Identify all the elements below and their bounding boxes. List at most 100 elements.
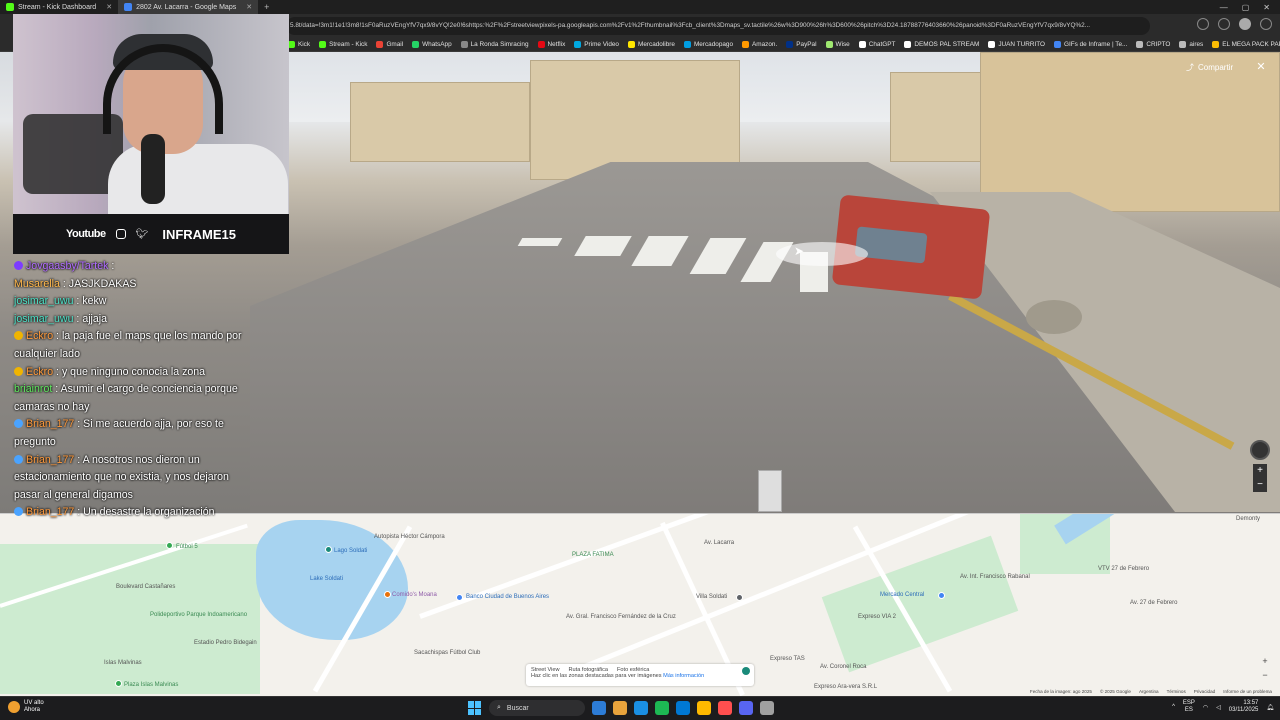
bookmark-item[interactable]: DEMOS PAL STREAM (904, 41, 979, 48)
bookmark-item[interactable]: EL MEGA PACK PAP... (1212, 41, 1280, 48)
map-pin-icon[interactable] (115, 680, 122, 687)
map-label[interactable]: Av. Gral. Francisco Fernández de la Cruz (566, 614, 676, 620)
bookmark-item[interactable]: PayPal (786, 41, 817, 48)
bookmark-item[interactable]: Gmail (376, 41, 403, 48)
map-zoom-in-button[interactable]: + (1260, 654, 1270, 668)
weather-widget[interactable]: UV alto Ahora (8, 700, 44, 714)
bookmark-item[interactable]: Stream - Kick (319, 41, 367, 48)
clock[interactable]: 13:57 03/11/2025 (1229, 700, 1259, 714)
volume-icon[interactable]: ◁ (1216, 704, 1221, 711)
menu-icon[interactable] (1260, 18, 1272, 30)
report-link[interactable]: Informe de un problema (1223, 689, 1272, 694)
bookmark-item[interactable]: Prime Video (574, 41, 619, 48)
bookmark-item[interactable]: ChatGPT (858, 41, 895, 48)
bookmark-item[interactable]: WhatsApp (412, 41, 452, 48)
language-bottom: ES (1184, 707, 1193, 713)
bookmark-star-icon[interactable] (1218, 18, 1230, 30)
map-label[interactable]: Comido's Moana (392, 592, 437, 598)
map-label[interactable]: Av. Lacarra (704, 540, 734, 546)
taskbar-app-icon[interactable] (613, 701, 627, 715)
map-label[interactable]: Banco Ciudad de Buenos Aires (466, 594, 549, 600)
bookmark-item[interactable]: Amazon. (742, 41, 777, 48)
zoom-out-button[interactable]: − (1253, 478, 1267, 492)
close-window-icon[interactable]: ✕ (1263, 3, 1270, 12)
address-bar[interactable]: 5.8t/data=!3m1!1e1!3m8!1sF0aRuzVEngYfV7q… (286, 17, 1150, 35)
close-tab-icon[interactable]: ✕ (106, 3, 112, 11)
bookmark-item[interactable]: JUAN TURRITO (988, 41, 1045, 48)
street-view-cursor[interactable] (776, 242, 868, 266)
country[interactable]: Argentina (1139, 689, 1159, 694)
share-button[interactable]: ⤴ Compartir (1186, 62, 1233, 73)
windows-start-icon[interactable] (468, 701, 482, 715)
map-panel[interactable]: Lago Soldati Lake Soldati Fútbol 5 Boule… (0, 513, 1280, 696)
map-pin-icon[interactable] (166, 542, 173, 549)
bookmark-item[interactable]: aires (1179, 41, 1203, 48)
taskbar-app-icon[interactable] (592, 701, 606, 715)
zoom-in-button[interactable]: + (1253, 464, 1267, 478)
map-label[interactable]: Sacachispas Fútbol Club (414, 650, 480, 656)
compass-icon[interactable] (1250, 440, 1270, 460)
extensions-icon[interactable] (1197, 18, 1209, 30)
maximize-icon[interactable]: ▢ (1242, 3, 1250, 12)
map-label[interactable]: Av. 27 de Febrero (1130, 600, 1177, 606)
map-label[interactable]: Demonty (1236, 516, 1260, 522)
map-label[interactable]: Av. Int. Francisco Rabanal (960, 574, 1030, 580)
taskbar-search[interactable]: ⌕ Buscar (489, 700, 585, 716)
bookmark-item[interactable]: Mercadopago (683, 41, 733, 48)
map-label[interactable]: Lago Soldati (334, 548, 367, 554)
bookmark-item[interactable]: La Ronda Simracing (460, 41, 529, 48)
tab-google-maps[interactable]: 2802 Av. Lacarra - Google Maps ✕ (118, 0, 259, 14)
map-label[interactable]: Islas Malvinas (104, 660, 142, 666)
map-label[interactable]: Av. Coronel Roca (820, 664, 866, 670)
taskbar-app-icon[interactable] (718, 701, 732, 715)
bookmark-item[interactable]: GIFs de Inframe | Te... (1054, 41, 1127, 48)
map-label[interactable]: Plaza Islas Malvinas (124, 682, 178, 688)
bookmark-item[interactable]: Kick (288, 41, 310, 48)
map-pin-icon[interactable] (938, 592, 945, 599)
map-label[interactable]: VTV 27 de Febrero (1098, 566, 1149, 572)
map-zoom-controls[interactable]: + − (1260, 654, 1270, 682)
bookmark-item[interactable]: Mercadolibre (628, 41, 675, 48)
close-street-view-button[interactable]: ✕ (1254, 60, 1268, 74)
chevron-up-icon[interactable]: ^ (1172, 704, 1175, 710)
close-tab-icon[interactable]: ✕ (246, 3, 252, 11)
map-label[interactable]: Mercado Central (880, 592, 924, 598)
terms-link[interactable]: Términos (1167, 689, 1186, 694)
map-label[interactable]: Fútbol 5 (176, 544, 198, 550)
taskbar-app-icon[interactable] (655, 701, 669, 715)
profile-avatar[interactable] (1239, 18, 1251, 30)
minimize-icon[interactable]: — (1220, 3, 1228, 12)
map-label[interactable]: Polideportivo Parque Indoamericano (150, 612, 247, 618)
map-pin-icon[interactable] (325, 546, 332, 553)
taskbar-app-icon[interactable] (634, 701, 648, 715)
map-label[interactable]: Expreso VIA 2 (858, 614, 896, 620)
wifi-icon[interactable]: ◠ (1203, 704, 1208, 711)
map-label[interactable]: Lake Soldati (310, 576, 343, 582)
taskbar-app-icon[interactable] (676, 701, 690, 715)
more-info-link[interactable]: Más información (663, 673, 704, 679)
map-pin-icon[interactable] (384, 591, 391, 598)
map-pin-icon[interactable] (456, 594, 463, 601)
map-label[interactable]: Boulevard Castañares (116, 584, 175, 590)
map-pin-icon[interactable] (736, 594, 743, 601)
legend-toggle[interactable] (742, 667, 750, 675)
tab-kick-dashboard[interactable]: Stream - Kick Dashboard ✕ (0, 0, 118, 14)
map-label[interactable]: Autopista Héctor Cámpora (374, 534, 445, 540)
map-label[interactable]: Expreso Ara-vera S.R.L (814, 684, 877, 690)
bookmark-item[interactable]: Wise (825, 41, 850, 48)
bookmark-item[interactable]: CRIPTO (1136, 41, 1170, 48)
taskbar-app-icon[interactable] (697, 701, 711, 715)
street-view-zoom[interactable]: + − (1253, 464, 1267, 492)
map-zoom-out-button[interactable]: − (1260, 668, 1270, 682)
taskbar-app-icon[interactable] (739, 701, 753, 715)
bookmark-item[interactable]: Netflix (537, 41, 565, 48)
taskbar-app-icon[interactable] (760, 701, 774, 715)
map-label[interactable]: Villa Soldati (696, 594, 727, 600)
notification-bell-icon[interactable]: 🔔︎ (1266, 704, 1274, 711)
map-label[interactable]: PLAZA FATIMA (572, 552, 614, 558)
language-indicator[interactable]: ESP ES (1183, 700, 1195, 714)
map-label[interactable]: Estadio Pedro Bidegain (194, 640, 257, 646)
privacy-link[interactable]: Privacidad (1194, 689, 1215, 694)
new-tab-button[interactable]: + (258, 2, 275, 12)
map-label[interactable]: Expreso TAS (770, 656, 805, 662)
